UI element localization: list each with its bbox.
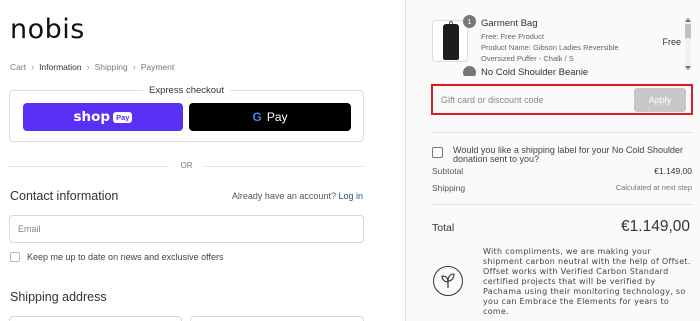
- shop-pay-wordmark: shop: [73, 109, 111, 125]
- item-quantity-badge: 1: [463, 15, 476, 28]
- email-field[interactable]: [9, 215, 364, 243]
- account-prompt: Already have an account? Log in: [231, 191, 363, 201]
- google-pay-label: Pay: [266, 110, 288, 124]
- scroll-up-icon[interactable]: [685, 18, 691, 22]
- item-quantity-badge: [463, 66, 476, 76]
- chevron-right-icon: ›: [86, 62, 90, 72]
- leaf-icon: [433, 266, 463, 296]
- discount-code-field[interactable]: [437, 89, 631, 111]
- subtotal-row: Subtotal €1.149,00: [432, 166, 692, 176]
- breadcrumb-payment: Payment: [140, 62, 175, 72]
- chevron-right-icon: ›: [31, 62, 35, 72]
- or-divider: OR: [9, 160, 364, 172]
- subtotal-value: €1.149,00: [654, 166, 692, 176]
- shipping-value: Calculated at next step: [615, 183, 692, 192]
- shipping-label-question: Would you like a shipping label for your…: [453, 145, 683, 165]
- first-name-field[interactable]: [9, 316, 182, 321]
- apply-button[interactable]: Apply: [634, 88, 686, 112]
- contact-information-title: Contact information: [10, 189, 119, 203]
- newsletter-option[interactable]: Keep me up to date on news and exclusive…: [10, 252, 223, 262]
- express-checkout: Express checkout shop Pay G Pay: [9, 85, 364, 142]
- total-value: €1.149,00: [621, 218, 690, 235]
- last-name-field[interactable]: [190, 316, 364, 321]
- google-g-icon: G: [252, 110, 262, 124]
- scroll-down-icon[interactable]: [685, 66, 691, 70]
- total-label: Total: [432, 222, 455, 234]
- shipping-label-option[interactable]: Would you like a shipping label for your…: [432, 145, 688, 165]
- express-checkout-title: Express checkout: [143, 85, 230, 96]
- breadcrumb: Cart › Information › Shipping › Payment: [10, 62, 174, 72]
- login-link[interactable]: Log in: [338, 191, 363, 201]
- checkout-main: nobis Cart › Information › Shipping › Pa…: [0, 0, 405, 321]
- item-detail: Free: Free Product: [481, 32, 544, 41]
- carbon-offset-note: With compliments, we are making your shi…: [483, 247, 691, 316]
- shipping-label: Shipping: [432, 183, 466, 193]
- item-detail: Product Name: Gibson Ladies Reversible: [481, 43, 619, 52]
- subtotal-label: Subtotal: [432, 166, 464, 176]
- garment-bag-thumbnail: [432, 20, 468, 62]
- scrollbar-thumb[interactable]: [685, 24, 691, 38]
- google-pay-button[interactable]: G Pay: [189, 103, 351, 131]
- shipping-address-title: Shipping address: [10, 290, 107, 304]
- discount-code-section: Apply: [431, 84, 693, 115]
- breadcrumb-cart[interactable]: Cart: [10, 62, 26, 72]
- item-price: Free: [662, 37, 681, 47]
- breadcrumb-shipping: Shipping: [94, 62, 128, 72]
- item-name: Garment Bag: [481, 18, 538, 29]
- item-detail: Oversized Puffer - Chalk / S: [481, 54, 574, 63]
- shop-pay-button[interactable]: shop Pay: [23, 103, 183, 131]
- shipping-row: Shipping Calculated at next step: [432, 183, 692, 193]
- order-items-list[interactable]: 1 Garment Bag Free: Free Product Product…: [406, 0, 700, 76]
- chevron-right-icon: ›: [132, 62, 136, 72]
- breadcrumb-information: Information: [39, 62, 82, 72]
- shipping-label-checkbox[interactable]: [432, 147, 443, 158]
- shop-pay-badge: Pay: [113, 111, 133, 123]
- order-summary: 1 Garment Bag Free: Free Product Product…: [405, 0, 700, 321]
- item-name: No Cold Shoulder Beanie: [481, 67, 589, 76]
- brand-logo[interactable]: nobis: [10, 14, 85, 45]
- items-scrollbar[interactable]: [685, 18, 691, 70]
- newsletter-label: Keep me up to date on news and exclusive…: [27, 252, 224, 262]
- newsletter-checkbox[interactable]: [10, 252, 20, 262]
